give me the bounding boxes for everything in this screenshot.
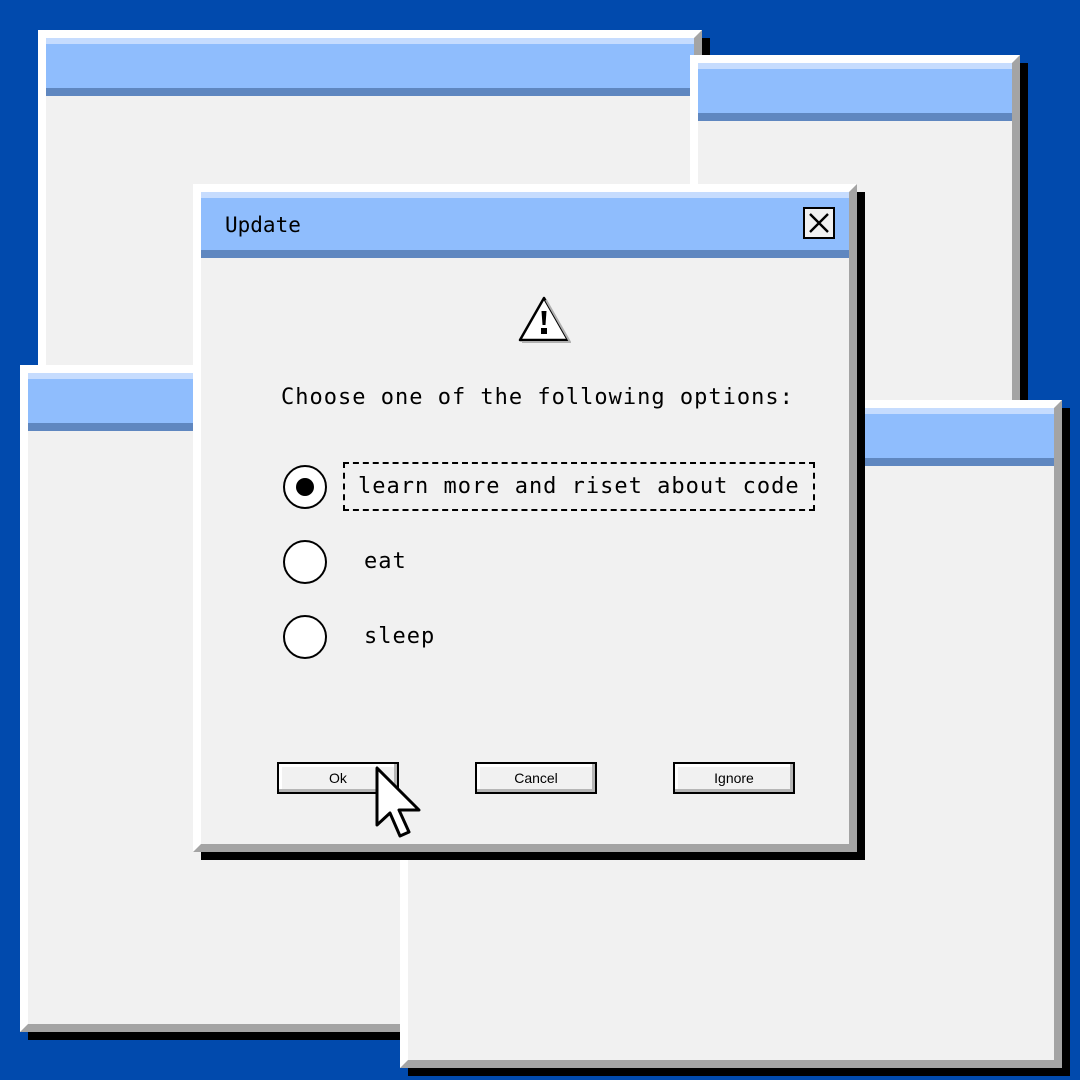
window-titlebar [46, 38, 694, 96]
update-dialog: Update Choose one of the following optio… [193, 184, 857, 852]
option-label[interactable]: eat [349, 537, 422, 586]
dialog-prompt: Choose one of the following options: [281, 385, 794, 410]
option-sleep[interactable]: sleep [283, 612, 450, 661]
radio-button-selected[interactable] [283, 464, 327, 509]
window-titlebar [698, 63, 1012, 121]
dialog-titlebar[interactable]: Update [201, 192, 849, 258]
warning-icon [518, 296, 571, 343]
dialog-title: Update [225, 213, 301, 237]
radio-button[interactable] [283, 614, 327, 659]
close-button[interactable] [803, 207, 835, 239]
cancel-button[interactable]: Cancel [475, 762, 597, 794]
option-label[interactable]: learn more and riset about code [343, 462, 815, 511]
option-learn[interactable]: learn more and riset about code [283, 462, 815, 511]
option-eat[interactable]: eat [283, 537, 422, 586]
option-label[interactable]: sleep [349, 612, 450, 661]
close-icon [809, 213, 829, 233]
ignore-button[interactable]: Ignore [673, 762, 795, 794]
radio-button[interactable] [283, 539, 327, 584]
mouse-pointer-icon [375, 766, 421, 838]
